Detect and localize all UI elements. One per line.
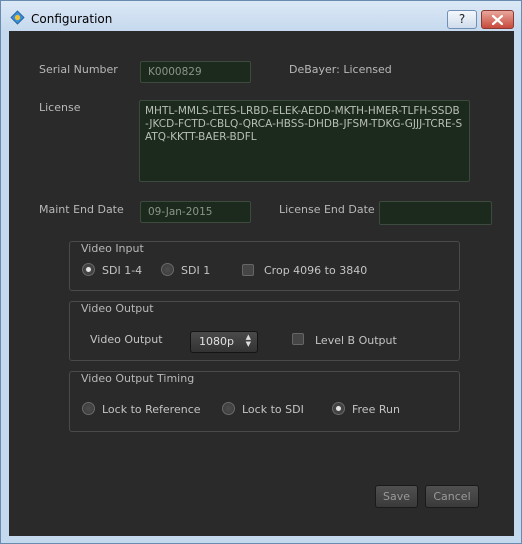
close-button[interactable] [481,10,514,29]
radio-sdi-1[interactable] [161,263,174,276]
crop-label: Crop 4096 to 3840 [264,264,368,277]
video-output-value: 1080p [199,335,234,348]
license-end-date-field[interactable] [379,201,492,225]
window-title: Configuration [31,12,113,26]
save-button[interactable]: Save [375,485,418,508]
lock-to-reference-label: Lock to Reference [102,403,201,416]
radio-lock-to-sdi[interactable] [222,402,235,415]
license-label: License [39,101,81,114]
license-textarea[interactable]: MHTL-MMLS-LTES-LRBD-ELEK-AEDD-MKTH-HMER-… [139,100,470,182]
radio-lock-to-reference[interactable] [82,402,95,415]
video-output-timing-group: Video Output Timing Lock to Reference Lo… [69,371,460,432]
serial-number-label: Serial Number [39,63,118,76]
title-bar[interactable]: Configuration ? [1,1,521,31]
updown-arrows-icon: ▲ ▼ [245,333,251,348]
help-button[interactable]: ? [447,10,477,29]
debayer-status: DeBayer: Licensed [289,63,392,76]
configuration-window: Configuration ? Serial Number K0000829 D… [0,0,522,544]
app-icon [10,10,25,25]
radio-free-run[interactable] [332,402,345,415]
level-b-checkbox[interactable] [292,333,304,345]
video-output-group: Video Output Video Output 1080p ▲ ▼ Level… [69,301,460,361]
radio-sdi-1-4[interactable] [82,263,95,276]
free-run-label: Free Run [352,403,400,416]
cancel-button[interactable]: Cancel [425,485,479,508]
close-icon [491,14,504,26]
sdi-1-4-label: SDI 1-4 [102,264,143,277]
level-b-label: Level B Output [315,334,397,347]
serial-number-field[interactable]: K0000829 [140,61,251,83]
video-input-group: Video Input SDI 1-4 SDI 1 Crop 4096 to 3… [69,241,460,291]
sdi-1-label: SDI 1 [181,264,211,277]
video-input-title: Video Input [81,242,144,255]
timing-title: Video Output Timing [81,372,195,385]
maint-end-date-label: Maint End Date [39,203,124,216]
crop-checkbox[interactable] [242,264,254,276]
video-output-select[interactable]: 1080p ▲ ▼ [190,331,258,353]
client-area: Serial Number K0000829 DeBayer: Licensed… [9,31,514,536]
lock-to-sdi-label: Lock to SDI [242,403,304,416]
maint-end-date-field[interactable]: 09-Jan-2015 [140,201,251,223]
license-end-date-label: License End Date [279,203,375,216]
video-output-field-label: Video Output [90,333,163,346]
video-output-title: Video Output [81,302,154,315]
